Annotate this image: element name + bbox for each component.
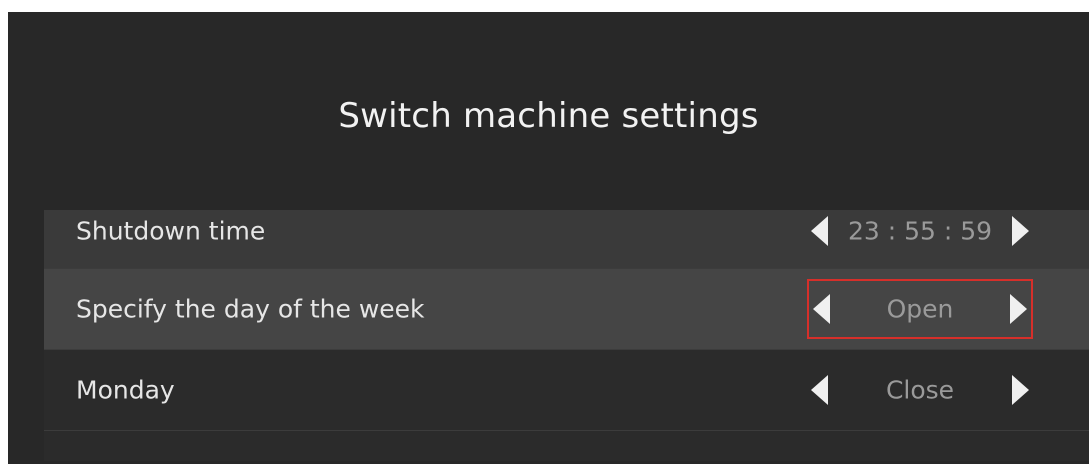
setting-value: Close	[885, 375, 955, 405]
settings-screen: Switch machine settings Shutdown time 23…	[8, 12, 1089, 464]
day-of-week-selector[interactable]: Open	[807, 279, 1033, 339]
page-title: Switch machine settings	[338, 96, 759, 136]
arrow-right-icon[interactable]	[1012, 375, 1029, 405]
arrow-right-icon[interactable]	[1010, 294, 1027, 324]
setting-value: Open	[886, 294, 954, 324]
setting-label: Specify the day of the week	[76, 294, 425, 324]
setting-value: 23 : 55 : 59	[847, 216, 993, 246]
arrow-right-icon[interactable]	[1012, 216, 1029, 246]
setting-row-shutdown-time[interactable]: Shutdown time 23 : 55 : 59	[44, 210, 1089, 269]
setting-row-day-of-week[interactable]: Specify the day of the week Open	[44, 269, 1089, 350]
setting-label: Shutdown time	[76, 216, 266, 246]
setting-row-monday[interactable]: Monday Close	[44, 350, 1089, 431]
arrow-left-icon[interactable]	[811, 375, 828, 405]
setting-label: Monday	[76, 375, 175, 405]
arrow-left-icon[interactable]	[813, 294, 830, 324]
setting-row-next[interactable]	[44, 431, 1089, 461]
arrow-left-icon[interactable]	[811, 216, 828, 246]
monday-selector[interactable]: Close	[807, 360, 1033, 420]
settings-list: Shutdown time 23 : 55 : 59 Specify the d…	[44, 210, 1089, 461]
shutdown-time-selector[interactable]: 23 : 55 : 59	[807, 201, 1033, 261]
